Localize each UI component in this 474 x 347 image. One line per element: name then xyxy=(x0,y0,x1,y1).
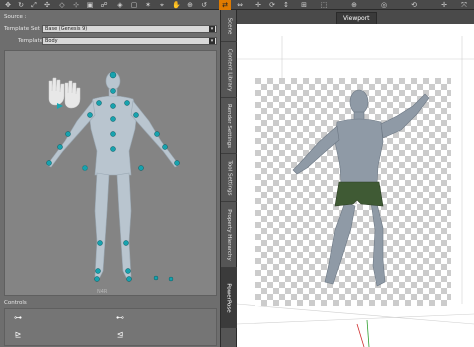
viewport-nav-icon-2[interactable]: ⟳ xyxy=(268,1,276,9)
viewport-canvas[interactable] xyxy=(236,24,474,347)
move-tool-icon[interactable]: ✥ xyxy=(4,1,12,9)
viewport-nav-icon-6[interactable]: ⊕ xyxy=(350,1,358,9)
viewport-nav-icon-3[interactable]: ↕ xyxy=(282,1,290,9)
tab-viewport[interactable]: Viewport xyxy=(336,12,377,24)
forearm-right-node[interactable] xyxy=(162,144,168,150)
shorts xyxy=(334,181,384,207)
shin-left-node[interactable] xyxy=(95,268,101,274)
viewport-nav-icon-10[interactable]: ⤧ xyxy=(460,1,468,9)
node-select-icon[interactable]: ◇ xyxy=(58,1,66,9)
joint-editor-icon[interactable]: ⊹ xyxy=(72,1,80,9)
abdomen-node[interactable] xyxy=(110,131,116,137)
figure-caption: N4R xyxy=(97,289,108,295)
hand-left-node[interactable] xyxy=(46,160,52,166)
mirror-right-icon[interactable]: ⊷ xyxy=(113,313,127,323)
upper-arm-right-node[interactable] xyxy=(154,131,160,137)
orbit-tool-icon[interactable]: ↺ xyxy=(200,1,208,9)
zero-right-icon[interactable]: ⊴ xyxy=(113,330,127,340)
head-node[interactable] xyxy=(109,71,117,79)
scale-tool-icon[interactable]: ⤢ xyxy=(30,1,38,9)
toe-left-node[interactable] xyxy=(168,276,174,282)
zero-left-icon[interactable]: ⊵ xyxy=(11,330,25,340)
forearm-left-node[interactable] xyxy=(57,144,63,150)
rotate-tool-icon[interactable]: ↻ xyxy=(17,1,25,9)
viewport-nav-icon-8[interactable]: ⟲ xyxy=(410,1,418,9)
diamond-markers xyxy=(82,165,88,171)
viewport-nav-icon-5[interactable]: ⬚ xyxy=(320,1,328,9)
viewport-left-icon[interactable]: ⇔ xyxy=(236,1,244,9)
side-tab-strip: Scene Content Library Render Settings To… xyxy=(221,10,237,347)
chevron-down-icon: ▾ xyxy=(209,26,215,32)
chest-node[interactable] xyxy=(110,103,116,109)
tab-property-hierarchy[interactable]: Property Hierarchy xyxy=(221,202,237,268)
shoulder-left-node[interactable] xyxy=(87,112,93,118)
upper-arm-left-node[interactable] xyxy=(65,131,71,137)
active-pose-icon[interactable]: ☍ xyxy=(100,1,108,9)
foot-left-node[interactable] xyxy=(94,276,100,282)
shoulder-right-node[interactable] xyxy=(133,112,139,118)
floor-axes xyxy=(356,319,370,347)
viewport-pane: Viewport xyxy=(236,10,474,347)
viewport-nav-icon[interactable]: ✛ xyxy=(254,1,262,9)
geometry-editor-icon[interactable]: ▣ xyxy=(86,1,94,9)
zoom-tool-icon[interactable]: ⊕ xyxy=(186,1,194,9)
mirror-left-icon[interactable]: ⊶ xyxy=(11,313,25,323)
template-value: Body xyxy=(45,38,58,44)
controls-panel: ⊶ ⊵ ⊷ ⊴ xyxy=(4,308,217,346)
app-window: ✥ ↻ ⤢ ✣ ◇ ⊹ ▣ ☍ ◈ ▢ ✶ ⌖ ✋ ⊕ ↺ ⇄ ⇔ ✛ ⟳ ↕ … xyxy=(0,0,474,347)
powerpose-pane: Source : Template Set : Base (Genesis 9)… xyxy=(0,10,221,347)
pose-template-canvas[interactable]: N4R xyxy=(4,50,217,296)
source-label: Source : xyxy=(4,14,27,20)
template-set-label: Template Set : xyxy=(4,26,44,32)
shin-right-node[interactable] xyxy=(125,268,131,274)
spot-render-icon[interactable]: ▢ xyxy=(130,1,138,9)
viewport-tab-bar: Viewport xyxy=(237,10,474,24)
thigh-right-node[interactable] xyxy=(123,240,129,246)
diamond-node-left[interactable] xyxy=(82,165,88,171)
light-tool-icon[interactable]: ✶ xyxy=(144,1,152,9)
foot-right-node[interactable] xyxy=(126,276,132,282)
template-set-select[interactable]: Base (Genesis 9) ▾ xyxy=(42,25,217,33)
tab-powerpose[interactable]: PowerPose xyxy=(221,268,237,328)
collar-left-node[interactable] xyxy=(96,100,102,106)
tab-render-settings[interactable]: Render Settings xyxy=(221,98,237,154)
tab-scene[interactable]: Scene xyxy=(221,10,237,42)
pelvis-node[interactable] xyxy=(110,146,116,152)
universal-tool-icon[interactable]: ✣ xyxy=(43,1,51,9)
main-toolbar: ✥ ↻ ⤢ ✣ ◇ ⊹ ▣ ☍ ◈ ▢ ✶ ⌖ ✋ ⊕ ↺ ⇄ ⇔ ✛ ⟳ ↕ … xyxy=(0,0,474,10)
viewport-nav-icon-9[interactable]: ✛ xyxy=(440,1,448,9)
camera-tool-icon[interactable]: ⌖ xyxy=(158,1,166,9)
collar-right-node[interactable] xyxy=(124,100,130,106)
pan-tool-icon[interactable]: ✋ xyxy=(172,1,181,9)
toe-right-node[interactable] xyxy=(153,275,159,281)
viewport-scene xyxy=(236,36,474,347)
tab-content-library[interactable]: Content Library xyxy=(221,42,237,98)
body-figure-diagram xyxy=(46,71,180,282)
viewport-nav-icon-7[interactable]: ◎ xyxy=(380,1,388,9)
neck-node[interactable] xyxy=(110,88,116,94)
controls-header: Controls xyxy=(4,300,27,306)
right-hand-icon[interactable] xyxy=(64,80,81,109)
template-select[interactable]: Body ▾ xyxy=(42,37,217,45)
left-hand-icon[interactable] xyxy=(48,77,65,106)
surface-selection-icon[interactable]: ◈ xyxy=(116,1,124,9)
hand-right-node[interactable] xyxy=(174,160,180,166)
orange-pane-toggle-icon[interactable]: ⇄ xyxy=(219,0,231,10)
spine-node[interactable] xyxy=(110,116,116,122)
tab-tool-settings[interactable]: Tool Settings xyxy=(221,154,237,202)
template-set-value: Base (Genesis 9) xyxy=(45,26,88,32)
chevron-down-icon: ▾ xyxy=(209,38,215,44)
hip-right-node[interactable] xyxy=(138,165,144,171)
thigh-left-node[interactable] xyxy=(97,240,103,246)
viewport-nav-icon-4[interactable]: ⊞ xyxy=(300,1,308,9)
